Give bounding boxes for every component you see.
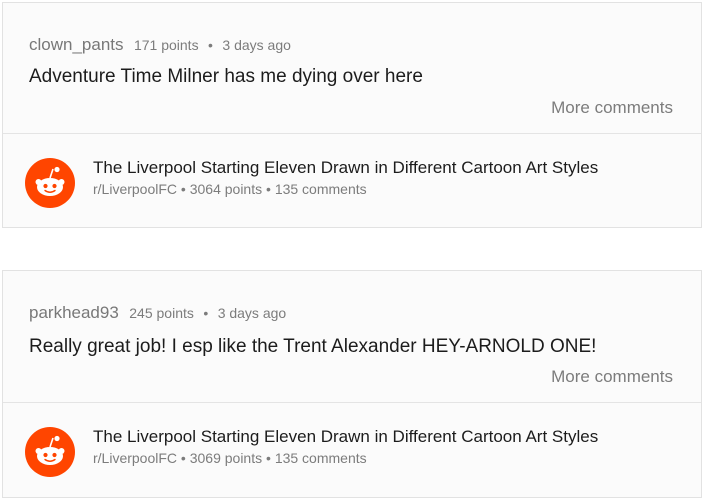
comment-card: parkhead93 245 points • 3 days ago Reall… [2,270,702,498]
comment-age: 3 days ago [222,37,291,53]
more-comments-link[interactable]: More comments [551,98,673,118]
post-title[interactable]: The Liverpool Starting Eleven Drawn in D… [93,158,598,178]
more-comments-link[interactable]: More comments [551,367,673,387]
comment-text: Adventure Time Milner has me dying over … [29,66,423,87]
post-points: 3064 points [189,181,263,197]
comment-meta: clown_pants 171 points • 3 days ago [29,35,291,55]
post-meta: r/LiverpoolFC • 3064 points • 135 commen… [93,181,367,197]
post-link[interactable]: The Liverpool Starting Eleven Drawn in D… [3,403,701,498]
comment-age: 3 days ago [217,305,287,321]
post-link[interactable]: The Liverpool Starting Eleven Drawn in D… [3,134,701,228]
meta-separator: • [180,450,186,466]
comment-card: clown_pants 171 points • 3 days ago Adve… [2,2,702,228]
post-points: 3069 points [189,450,263,466]
reddit-snoo-icon [25,158,75,208]
meta-separator: • [208,37,213,53]
meta-separator: • [266,181,271,197]
post-comments-count: 135 comments [274,450,367,466]
post-comments-count: 135 comments [274,181,367,197]
comment-text: Really great job! I esp like the Trent A… [29,336,597,357]
post-title[interactable]: The Liverpool Starting Eleven Drawn in D… [93,427,598,447]
comment-points: 245 points [129,305,194,321]
meta-separator: • [266,450,271,466]
post-subreddit[interactable]: r/LiverpoolFC [93,181,177,197]
comment-points: 171 points [133,37,199,53]
comment-author[interactable]: parkhead93 [29,303,119,322]
comment-author[interactable]: clown_pants [29,35,124,54]
meta-separator: • [203,305,209,321]
meta-separator: • [180,181,186,197]
post-meta: r/LiverpoolFC • 3069 points • 135 commen… [93,450,367,466]
reddit-snoo-icon [25,427,75,477]
comment-meta: parkhead93 245 points • 3 days ago [29,303,286,323]
post-subreddit[interactable]: r/LiverpoolFC [93,450,177,466]
